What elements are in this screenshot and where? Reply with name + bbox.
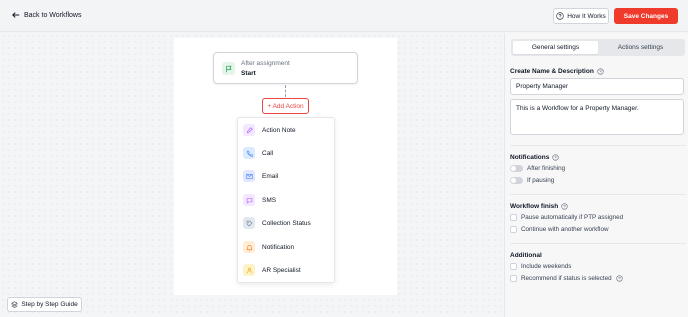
workflow-finish-heading: Workflow finish — [510, 203, 568, 210]
name-heading-label: Create Name & Description — [510, 68, 594, 75]
arrow-left-icon — [12, 12, 20, 18]
workflow-description-textarea[interactable]: This is a Workflow for a Property Manage… — [510, 99, 684, 135]
tab-general-settings[interactable]: General settings — [513, 41, 598, 54]
how-it-works-label: How It Works — [567, 12, 606, 20]
menu-item-label: SMS — [262, 196, 277, 204]
start-node-subtitle: After assignment — [241, 60, 290, 67]
start-node[interactable]: After assignment Start — [213, 52, 358, 84]
step-by-step-guide-button[interactable]: Step by Step Guide — [7, 297, 82, 312]
notification-if-pausing: If pausing — [510, 177, 554, 184]
top-bar: Back to Workflows How It Works Save Chan… — [0, 0, 688, 32]
menu-item-label: AR Specialist — [262, 266, 301, 274]
back-label: Back to Workflows — [24, 11, 82, 19]
menu-item-label: Notification — [262, 243, 295, 251]
tag-icon — [243, 217, 255, 229]
notification-after-finishing: After finishing — [510, 165, 565, 172]
divider — [510, 194, 686, 195]
menu-item-label: Call — [262, 149, 274, 157]
menu-item-notification[interactable]: Notification — [238, 236, 336, 258]
help-icon[interactable] — [616, 275, 623, 282]
menu-item-label: Collection Status — [262, 219, 311, 227]
workflow-name-input[interactable]: Property Manager — [510, 78, 684, 95]
checkbox-label: Recommend if status is selected — [521, 275, 612, 282]
how-it-works-button[interactable]: How It Works — [553, 8, 609, 24]
after-finishing-toggle[interactable] — [510, 165, 523, 172]
menu-item-label: Action Note — [262, 126, 296, 134]
additional-option-weekends: Include weekends — [510, 263, 571, 270]
settings-tabs: General settings Actions settings — [511, 39, 685, 56]
menu-item-email[interactable]: Email — [238, 165, 336, 187]
checkbox-label: Pause automatically if PTP assigned — [521, 214, 624, 221]
menu-item-ar-specialist[interactable]: AR Specialist — [238, 259, 336, 281]
mail-icon — [243, 170, 255, 182]
flag-icon — [222, 62, 235, 75]
message-icon — [243, 194, 255, 206]
help-icon[interactable] — [561, 203, 568, 210]
action-menu: Action Note Call Email SMS Collection St… — [237, 117, 335, 283]
menu-item-action-note[interactable]: Action Note — [238, 119, 336, 141]
phone-icon — [243, 147, 255, 159]
finish-option-pause: Pause automatically if PTP assigned — [510, 214, 623, 221]
name-heading: Create Name & Description — [510, 68, 604, 75]
edit-icon — [243, 124, 255, 136]
help-icon[interactable] — [552, 154, 559, 161]
toggle-label: After finishing — [527, 165, 566, 172]
notifications-heading-label: Notifications — [510, 154, 550, 161]
menu-item-collection-status[interactable]: Collection Status — [238, 212, 336, 234]
finish-option-continue: Continue with another workflow — [510, 226, 609, 233]
tab-actions-settings[interactable]: Actions settings — [598, 41, 683, 54]
divider — [510, 145, 686, 146]
continue-workflow-checkbox[interactable] — [510, 226, 517, 233]
guide-label: Step by Step Guide — [21, 301, 78, 308]
menu-item-call[interactable]: Call — [238, 142, 336, 164]
add-action-button[interactable]: + Add Action — [262, 98, 309, 114]
menu-item-label: Email — [262, 172, 279, 180]
pause-ptp-checkbox[interactable] — [510, 214, 517, 221]
notifications-heading: Notifications — [510, 154, 559, 161]
menu-item-sms[interactable]: SMS — [238, 189, 336, 211]
node-connector — [285, 85, 286, 97]
help-icon[interactable] — [597, 68, 604, 75]
toggle-label: If pausing — [527, 177, 555, 184]
checkbox-label: Continue with another workflow — [521, 226, 609, 233]
start-node-title: Start — [241, 70, 256, 77]
additional-heading: Additional — [510, 252, 542, 259]
checkbox-label: Include weekends — [521, 263, 572, 270]
additional-option-recommend: Recommend if status is selected — [510, 275, 623, 282]
bell-icon — [243, 241, 255, 253]
question-circle-icon — [556, 12, 564, 20]
additional-heading-label: Additional — [510, 252, 542, 259]
recommend-status-checkbox[interactable] — [510, 275, 517, 282]
back-to-workflows-link[interactable]: Back to Workflows — [12, 11, 81, 19]
divider — [510, 243, 686, 244]
user-icon — [243, 264, 255, 276]
workflow-finish-heading-label: Workflow finish — [510, 203, 559, 210]
if-pausing-toggle[interactable] — [510, 177, 523, 184]
save-changes-button[interactable]: Save Changes — [614, 8, 678, 24]
layers-icon — [11, 301, 19, 308]
include-weekends-checkbox[interactable] — [510, 263, 517, 270]
